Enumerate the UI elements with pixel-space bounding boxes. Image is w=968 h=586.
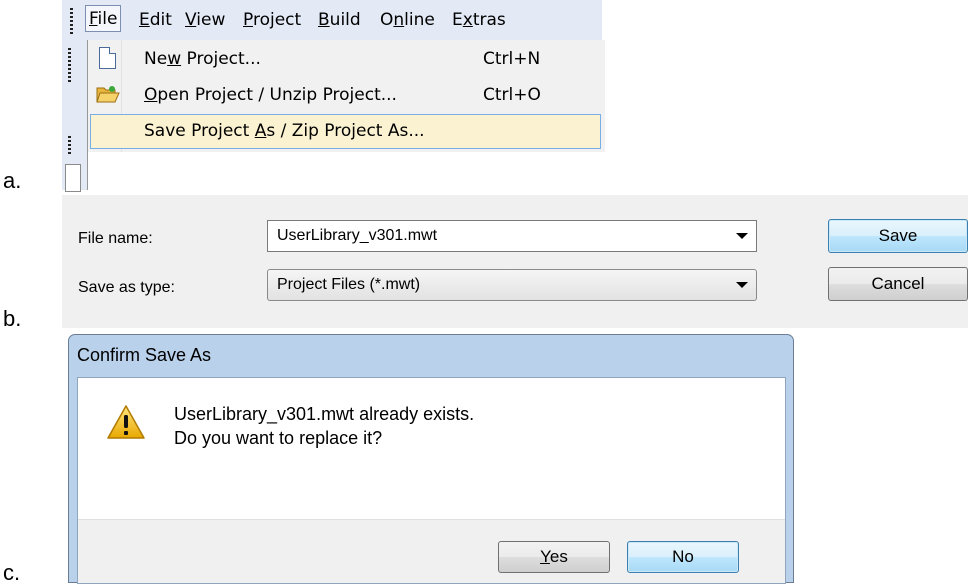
step-label-b: b. xyxy=(3,306,22,331)
dialog-body: UserLibrary_v301.mwt already exists. Do … xyxy=(77,377,786,584)
menu-item-new-project[interactable]: New Project... Ctrl+N xyxy=(88,42,605,77)
step-label-a: a. xyxy=(3,168,22,193)
dialog-frame: Confirm Save As UserLibrary_v301.mwt alr… xyxy=(68,334,794,584)
chevron-down-icon[interactable] xyxy=(736,233,748,239)
new-document-icon xyxy=(99,47,116,69)
toolbar-grip[interactable] xyxy=(70,8,73,34)
menu-build[interactable]: Build xyxy=(318,10,361,30)
step-label-c: c. xyxy=(3,560,21,585)
yes-button[interactable]: Yes xyxy=(498,541,610,573)
dialog-button-bar: Yes No xyxy=(78,519,785,583)
menu-item-shortcut: Ctrl+O xyxy=(483,85,541,105)
file-menu-dropdown: New Project... Ctrl+N Open Project / Unz… xyxy=(87,40,605,190)
menu-project[interactable]: Project xyxy=(243,10,301,30)
cancel-button[interactable]: Cancel xyxy=(828,267,968,301)
toolbar-grip[interactable] xyxy=(68,48,71,82)
menu-panel: File Edit View Project Build Online Extr… xyxy=(62,0,605,192)
file-name-combobox[interactable]: UserLibrary_v301.mwt xyxy=(267,220,757,252)
canvas-background xyxy=(88,152,605,190)
file-name-input[interactable]: UserLibrary_v301.mwt xyxy=(277,227,437,245)
chevron-down-icon[interactable] xyxy=(736,282,748,288)
save-dialog: File name: UserLibrary_v301.mwt Save Sav… xyxy=(62,195,968,328)
save-as-type-value: Project Files (*.mwt) xyxy=(277,276,421,293)
warning-icon xyxy=(107,405,145,439)
menu-item-shortcut: Ctrl+N xyxy=(483,49,541,69)
menubar: File Edit View Project Build Online Extr… xyxy=(62,0,602,40)
dialog-message-line1: UserLibrary_v301.mwt already exists. xyxy=(174,404,475,424)
dialog-title: Confirm Save As xyxy=(77,345,212,365)
file-name-label: File name: xyxy=(78,230,153,247)
menu-online[interactable]: Online xyxy=(380,10,435,30)
save-as-type-select[interactable]: Project Files (*.mwt) xyxy=(267,269,757,301)
menu-extras[interactable]: Extras xyxy=(452,10,506,30)
confirm-dialog: Confirm Save As UserLibrary_v301.mwt alr… xyxy=(68,334,794,584)
menu-view[interactable]: View xyxy=(185,10,225,30)
toolbar-grip[interactable] xyxy=(68,136,71,154)
toolbar-button[interactable] xyxy=(65,164,81,192)
menu-item-label: New Project... xyxy=(144,49,261,69)
menu-item-save-project-as[interactable]: Save Project As / Zip Project As... xyxy=(90,114,601,149)
save-button[interactable]: Save xyxy=(828,219,968,253)
dialog-message-line2: Do you want to replace it? xyxy=(174,428,383,448)
open-folder-icon xyxy=(96,86,120,103)
toolbar-strip xyxy=(62,40,87,192)
save-as-type-label: Save as type: xyxy=(78,279,175,296)
menu-edit[interactable]: Edit xyxy=(139,10,172,30)
menu-item-label: Save Project As / Zip Project As... xyxy=(144,121,425,141)
no-button[interactable]: No xyxy=(627,541,739,573)
menu-item-open-project[interactable]: Open Project / Unzip Project... Ctrl+O xyxy=(88,78,605,113)
menu-item-label: Open Project / Unzip Project... xyxy=(144,85,397,105)
menu-file[interactable]: File xyxy=(85,5,122,32)
